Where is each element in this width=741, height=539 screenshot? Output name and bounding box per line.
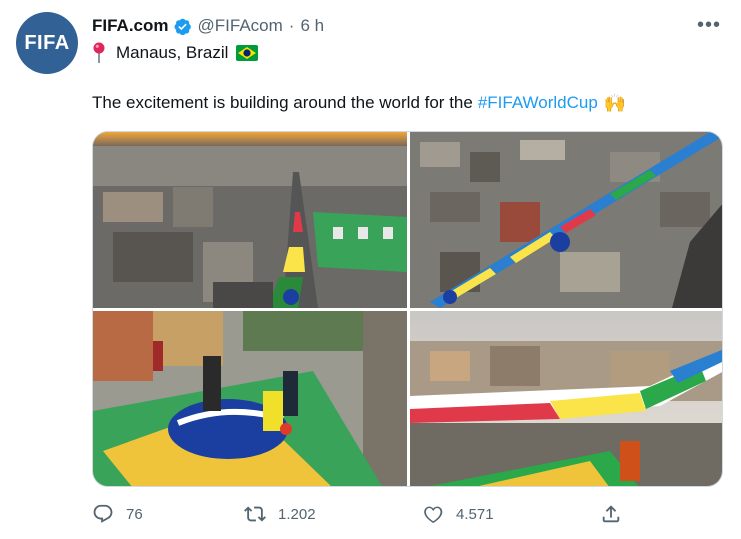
photo-2[interactable]	[410, 132, 722, 308]
handle[interactable]: @FIFAcom	[198, 16, 283, 36]
tweet-body: The excitement is building around the wo…	[92, 93, 473, 112]
photo-3[interactable]	[93, 311, 407, 486]
share-icon	[602, 505, 620, 523]
brazil-flag-icon	[236, 45, 259, 61]
display-name[interactable]: FIFA.com	[92, 16, 169, 36]
like-button[interactable]: 4.571	[422, 503, 494, 525]
verified-badge-icon	[173, 17, 192, 36]
photo-4[interactable]	[410, 311, 722, 486]
tweet-header: FIFA.com @FIFAcom · 6 h •••	[92, 14, 725, 38]
separator-dot: ·	[288, 16, 295, 35]
reply-icon	[93, 504, 113, 523]
retweet-button[interactable]: 1.202	[244, 503, 316, 525]
media-grid	[92, 131, 723, 487]
retweet-icon	[244, 506, 266, 522]
hashtag-link[interactable]: #FIFAWorldCup	[478, 92, 598, 114]
more-icon[interactable]: •••	[697, 14, 721, 37]
tweet-actions: 76 1.202 4.571	[92, 503, 632, 529]
tweet-text: The excitement is building around the wo…	[92, 92, 626, 114]
timestamp[interactable]: 6 h	[300, 16, 324, 36]
like-icon	[424, 506, 443, 523]
round-pushpin-icon	[92, 42, 106, 64]
avatar[interactable]: FIFA	[16, 12, 78, 74]
reply-button[interactable]: 76	[92, 503, 143, 525]
location-text: Manaus, Brazil	[116, 43, 229, 62]
like-count: 4.571	[456, 505, 494, 523]
location-line: Manaus, Brazil	[92, 42, 259, 64]
retweet-count: 1.202	[278, 505, 316, 523]
raised-hands-emoji: 🙌	[603, 93, 627, 113]
share-button[interactable]	[600, 503, 622, 525]
photo-1[interactable]	[93, 132, 407, 308]
reply-count: 76	[126, 505, 143, 523]
